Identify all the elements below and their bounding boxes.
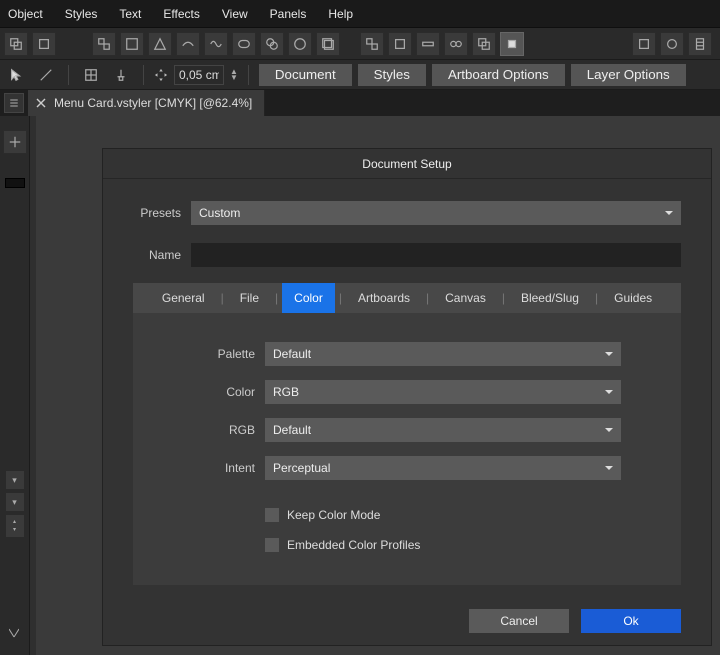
color-swatch[interactable] bbox=[5, 178, 25, 188]
tool-btn-10[interactable] bbox=[288, 32, 312, 56]
tab-color[interactable]: Color bbox=[282, 283, 335, 313]
menu-item-view[interactable]: View bbox=[222, 7, 248, 21]
move-icon bbox=[154, 68, 168, 82]
menu-item-object[interactable]: Object bbox=[8, 7, 43, 21]
tool-btn-13[interactable] bbox=[388, 32, 412, 56]
tab-general[interactable]: General bbox=[150, 283, 217, 313]
tool-btn-right-3[interactable] bbox=[688, 32, 712, 56]
tool-btn-9[interactable] bbox=[260, 32, 284, 56]
ok-button[interactable]: Ok bbox=[581, 609, 681, 633]
document-tab-label: Menu Card.vstyler [CMYK] [@62.4%] bbox=[54, 96, 252, 110]
dialog-tabstrip: General| File| Color| Artboards| Canvas|… bbox=[133, 283, 681, 313]
presets-label: Presets bbox=[133, 206, 181, 220]
menu-item-help[interactable]: Help bbox=[328, 7, 353, 21]
measure-input[interactable] bbox=[174, 65, 224, 85]
collapse-icon[interactable] bbox=[6, 625, 22, 641]
opt-line[interactable] bbox=[34, 63, 58, 87]
intent-label: Intent bbox=[183, 461, 255, 475]
tool-btn-14[interactable] bbox=[416, 32, 440, 56]
dialog-title: Document Setup bbox=[103, 149, 711, 179]
tab-file[interactable]: File bbox=[228, 283, 271, 313]
stepper-icon[interactable]: ▲▼ bbox=[230, 69, 238, 81]
tool-btn-right-1[interactable] bbox=[632, 32, 656, 56]
tool-btn-1[interactable] bbox=[4, 32, 28, 56]
side-spin-1[interactable]: ▾ bbox=[6, 471, 24, 489]
opt-cursor[interactable] bbox=[4, 63, 28, 87]
tool-btn-8[interactable] bbox=[232, 32, 256, 56]
rgb-select[interactable]: Default bbox=[265, 418, 621, 442]
opt-anchor[interactable] bbox=[109, 63, 133, 87]
tool-btn-11[interactable] bbox=[316, 32, 340, 56]
tool-btn-15[interactable] bbox=[444, 32, 468, 56]
menu-item-text[interactable]: Text bbox=[119, 7, 141, 21]
presets-select[interactable]: Custom bbox=[191, 201, 681, 225]
tool-btn-right-2[interactable] bbox=[660, 32, 684, 56]
name-label: Name bbox=[133, 248, 181, 262]
panel-toggle-button[interactable] bbox=[4, 93, 24, 113]
tool-btn-4[interactable] bbox=[120, 32, 144, 56]
side-spin-2[interactable]: ▾ bbox=[6, 493, 24, 511]
name-input[interactable] bbox=[191, 243, 681, 267]
opt-document-button[interactable]: Document bbox=[259, 64, 352, 86]
tool-btn-5[interactable] bbox=[148, 32, 172, 56]
tab-artboards[interactable]: Artboards bbox=[346, 283, 422, 313]
opt-grid[interactable] bbox=[79, 63, 103, 87]
tool-btn-3[interactable] bbox=[92, 32, 116, 56]
cancel-button[interactable]: Cancel bbox=[469, 609, 569, 633]
opt-artboard-button[interactable]: Artboard Options bbox=[432, 64, 565, 86]
icon-toolbar bbox=[0, 28, 720, 60]
document-tab-bar: Menu Card.vstyler [CMYK] [@62.4%] bbox=[0, 90, 720, 116]
intent-select[interactable]: Perceptual bbox=[265, 456, 621, 480]
canvas[interactable]: Document Setup Presets Custom Name Gener… bbox=[30, 116, 720, 655]
tool-btn-16[interactable] bbox=[472, 32, 496, 56]
side-tool-1[interactable] bbox=[3, 130, 27, 154]
tool-btn-7[interactable] bbox=[204, 32, 228, 56]
menu-item-styles[interactable]: Styles bbox=[65, 7, 98, 21]
close-tab-icon[interactable] bbox=[34, 96, 48, 110]
palette-select[interactable]: Default bbox=[265, 342, 621, 366]
keep-color-mode-label: Keep Color Mode bbox=[287, 508, 380, 522]
menu-item-panels[interactable]: Panels bbox=[270, 7, 307, 21]
palette-label: Palette bbox=[183, 347, 255, 361]
opt-styles-button[interactable]: Styles bbox=[358, 64, 426, 86]
tool-btn-12[interactable] bbox=[360, 32, 384, 56]
menu-item-effects[interactable]: Effects bbox=[163, 7, 199, 21]
embedded-profiles-label: Embedded Color Profiles bbox=[287, 538, 420, 552]
measure-field[interactable]: ▲▼ bbox=[154, 65, 238, 85]
menu-bar: Object Styles Text Effects View Panels H… bbox=[0, 0, 720, 28]
rgb-label: RGB bbox=[183, 423, 255, 437]
color-label: Color bbox=[183, 385, 255, 399]
tool-sidebar: ▾ ▾ ▴▾ bbox=[0, 116, 30, 655]
side-spin-3[interactable]: ▴▾ bbox=[6, 515, 24, 537]
opt-layer-button[interactable]: Layer Options bbox=[571, 64, 686, 86]
option-bar: ▲▼ Document Styles Artboard Options Laye… bbox=[0, 60, 720, 90]
document-tab[interactable]: Menu Card.vstyler [CMYK] [@62.4%] bbox=[28, 90, 265, 116]
tool-btn-2[interactable] bbox=[32, 32, 56, 56]
color-select[interactable]: RGB bbox=[265, 380, 621, 404]
tab-bleed-slug[interactable]: Bleed/Slug bbox=[509, 283, 591, 313]
tab-canvas[interactable]: Canvas bbox=[433, 283, 498, 313]
tool-btn-6[interactable] bbox=[176, 32, 200, 56]
tool-btn-17[interactable] bbox=[500, 32, 524, 56]
document-setup-dialog: Document Setup Presets Custom Name Gener… bbox=[102, 148, 712, 646]
keep-color-mode-checkbox[interactable] bbox=[265, 508, 279, 522]
embedded-profiles-checkbox[interactable] bbox=[265, 538, 279, 552]
tab-guides[interactable]: Guides bbox=[602, 283, 664, 313]
